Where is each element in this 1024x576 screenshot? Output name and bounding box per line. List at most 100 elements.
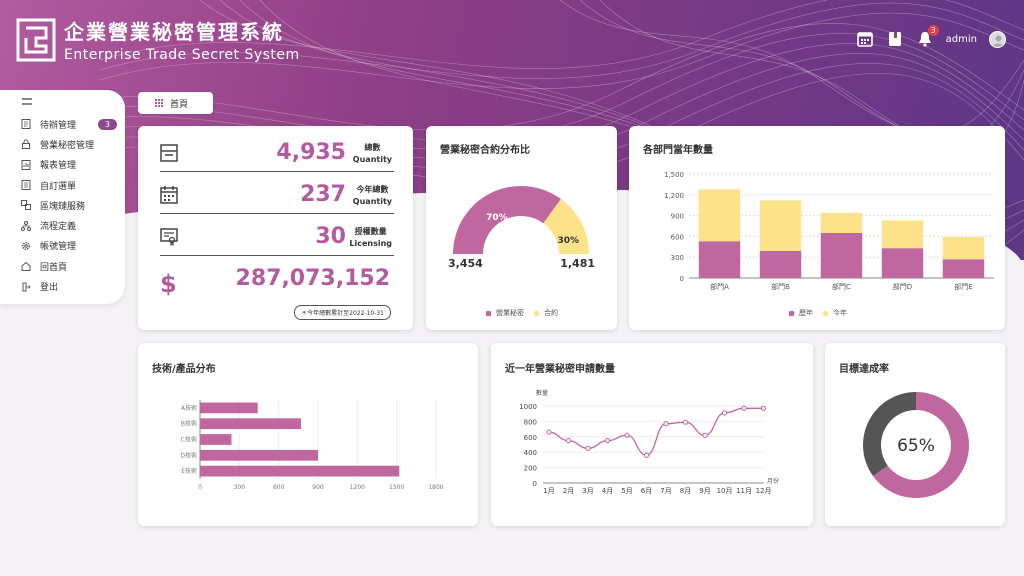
sidebar-item-label: 登出 [40, 283, 59, 294]
dept-bar-0 [881, 248, 924, 278]
dollar-icon: $ [160, 270, 177, 298]
flow-icon [21, 220, 31, 231]
dept-bar-0 [820, 232, 863, 278]
sidebar-item-flow[interactable]: 流程定義 [0, 215, 125, 235]
monthly-xtick: 1月 [543, 487, 554, 495]
half-donut-label-0: 70% [486, 213, 508, 223]
monthly-point [565, 438, 572, 444]
sidebar-item-logout[interactable]: 登出 [0, 276, 125, 296]
menu-toggle-icon[interactable] [22, 98, 32, 105]
sidebar-item-trade-secret[interactable]: 營業秘密管理 [0, 134, 125, 154]
dept-bar-1 [698, 189, 741, 242]
monthly-xtick: 10月 [717, 487, 733, 495]
legend-secret: 營業秘密 [496, 309, 524, 317]
sidebar-item-label: 報表管理 [40, 161, 77, 172]
dept-card: 各部門當年數量 1,500 1,200 900 600 300 0 部門A 部門B 部門C 部門D… [629, 126, 1005, 330]
blockchain-icon [21, 200, 31, 211]
secret-contract-card: 營業秘密合約分布比 70% 30% 3,454 1,481 營業秘密 合約 [426, 126, 617, 330]
monthly-ytick: 0 [533, 480, 537, 488]
sidebar: 待辦管理 3 營業秘密管理 報表管理 自訂選單 區塊鏈服務 流程定義 帳號管理 … [0, 90, 125, 304]
monthly-point [585, 445, 591, 451]
target-chart: 65% [863, 392, 969, 498]
gear-icon [22, 241, 30, 250]
dept-bar-1 [942, 237, 985, 260]
stat-license-label-zh: 授權數量 [354, 227, 387, 236]
monthly-xtick: 2月 [563, 487, 574, 495]
custom-menu-icon [21, 180, 31, 191]
legend-this-year: 今年 [833, 309, 847, 317]
monthly-point [546, 429, 552, 435]
monthly-ylabel: 數量 [536, 389, 548, 397]
bell-icon[interactable]: 3 [916, 25, 939, 48]
tech-ytick: A技術 [181, 404, 197, 412]
tech-ytick: D技術 [180, 451, 197, 459]
stats-card: 4,935 總數 Quantity 237 今年總數 Quantity 30 授權數… [138, 126, 413, 330]
app-logo[interactable]: 企業營業秘密管理系統 Enterprise Trade Secret Syste… [16, 16, 300, 63]
dept-ytick: 1,200 [664, 192, 684, 200]
half-donut-label-1: 30% [557, 236, 579, 246]
report-icon [21, 159, 31, 170]
stat-total-label-en: Quantity [352, 155, 392, 164]
dept-xtick: 部門D [893, 282, 912, 291]
tech-xtick: 900 [312, 484, 324, 491]
tech-card: 技術/產品分布 0 300 600 900 1200 1500 1800 A技術 B技術 C技術 D… [138, 343, 478, 526]
stat-money-value: 287,073,152 [235, 266, 390, 291]
tech-bar [200, 449, 318, 461]
legend-history: 歷年 [799, 309, 813, 317]
dept-ytick: 0 [680, 275, 684, 283]
monthly-chart: 數量月份 1000 800 600 400 200 0 1月 2月 3月 4月 5月 6月 7月 8月 9月 1… [519, 389, 779, 495]
monthly-ytick: 400 [524, 449, 537, 457]
target-card: 目標達成率 65% [825, 343, 1005, 526]
dept-xtick: 部門B [771, 282, 790, 291]
monthly-xtick: 12月 [756, 487, 772, 495]
tech-xtick: 1500 [389, 484, 404, 491]
dept-xtick: 部門C [832, 282, 851, 291]
home-icon [21, 262, 31, 272]
monthly-ytick: 1000 [519, 403, 537, 411]
logout-icon [22, 282, 31, 292]
monthly-point [721, 410, 728, 416]
book-icon[interactable] [886, 30, 904, 48]
stat-total-value: 4,935 [276, 140, 346, 165]
sidebar-item-account[interactable]: 帳號管理 [0, 236, 125, 256]
logo-mark-icon [16, 18, 56, 61]
calendar-icon[interactable] [856, 30, 874, 48]
monthly-xtick: 4月 [602, 487, 613, 495]
app-title: 企業營業秘密管理系統 [64, 20, 284, 44]
sidebar-item-label: 流程定義 [40, 222, 77, 233]
monthly-xtick: 5月 [621, 487, 632, 495]
secret-contract-chart: 70% 30% [453, 186, 589, 254]
top-toolbar: 3 admin [856, 25, 1006, 48]
tech-xtick: 300 [234, 484, 246, 491]
sidebar-item-label: 待辦管理 [40, 120, 77, 131]
sidebar-item-report[interactable]: 報表管理 [0, 155, 125, 175]
monthly-card: 近一年營業秘密申請數量 數量 月份 1000 800 600 400 200 0 1月 2月 3月 4… [491, 343, 813, 526]
sidebar-item-label: 營業秘密管理 [40, 140, 95, 151]
tech-xtick: 600 [273, 484, 285, 491]
tech-bar [200, 465, 400, 477]
breadcrumb[interactable]: 首頁 [138, 92, 213, 114]
monthly-line [548, 407, 764, 456]
monthly-xtick: 9月 [699, 487, 710, 495]
notification-badge: 3 [927, 25, 939, 36]
target-slice-1 [863, 392, 916, 477]
monthly-point [741, 405, 747, 411]
sidebar-item-todo[interactable]: 待辦管理 3 [0, 114, 125, 134]
calendar-icon [160, 186, 178, 204]
secret-contract-legend: 營業秘密 合約 [486, 308, 558, 318]
stat-license-label-en: Licensing [349, 239, 392, 248]
monthly-point [663, 421, 669, 427]
sidebar-item-blockchain[interactable]: 區塊鏈服務 [0, 195, 125, 215]
username[interactable]: admin [946, 34, 977, 45]
sidebar-item-custom-menu[interactable]: 自訂選單 [0, 175, 125, 195]
monthly-ytick: 600 [524, 434, 537, 442]
avatar[interactable] [989, 30, 1006, 48]
dept-chart: 1,500 1,200 900 600 300 0 部門A 部門B 部門C 部門D 部門E [664, 171, 994, 291]
secret-value: 3,454 [448, 257, 483, 270]
monthly-point [702, 432, 708, 438]
sidebar-item-home[interactable]: 回首頁 [0, 256, 125, 276]
monthly-xtick: 3月 [582, 487, 593, 495]
stat-year-value: 237 [300, 182, 346, 207]
dept-bar-0 [698, 241, 741, 278]
sidebar-item-label: 回首頁 [40, 262, 68, 273]
